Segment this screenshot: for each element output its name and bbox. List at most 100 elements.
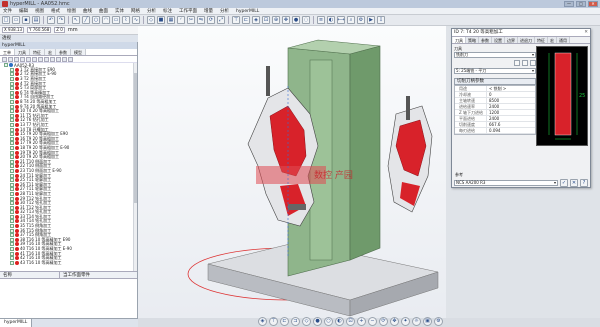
- job-checkbox[interactable]: [10, 260, 14, 265]
- job-checkbox[interactable]: [10, 104, 14, 109]
- copy-job-icon[interactable]: [8, 57, 13, 62]
- menu-draw[interactable]: 绘图: [67, 8, 76, 14]
- tab-general[interactable]: 通用: [557, 37, 570, 43]
- job-checkbox[interactable]: [10, 242, 14, 247]
- snapshot-icon[interactable]: ▣: [423, 317, 432, 326]
- hypermill-job-icon[interactable]: ⚙: [357, 16, 365, 24]
- menu-format[interactable]: 格式: [51, 8, 60, 14]
- line-icon[interactable]: ╱: [82, 16, 90, 24]
- job-checkbox[interactable]: [10, 219, 14, 224]
- param-value[interactable]: 0.094: [487, 128, 500, 133]
- job-checkbox[interactable]: [10, 173, 14, 178]
- view-iso-small-icon[interactable]: ◇: [302, 317, 311, 326]
- tab-tools[interactable]: 刀具: [15, 49, 30, 55]
- job-checkbox[interactable]: [10, 145, 14, 150]
- job-checkbox[interactable]: [10, 251, 14, 256]
- new-tool-icon[interactable]: [514, 60, 520, 66]
- arc-icon[interactable]: ◠: [102, 16, 110, 24]
- job-checkbox[interactable]: [10, 113, 14, 118]
- minimize-button[interactable]: —: [564, 1, 574, 7]
- wire-mode-icon[interactable]: ○: [324, 317, 333, 326]
- job-checkbox[interactable]: [10, 224, 14, 229]
- redo-icon[interactable]: ↷: [57, 16, 65, 24]
- tree-scrollbar[interactable]: [133, 63, 137, 271]
- circle-icon[interactable]: ○: [92, 16, 100, 24]
- zoom-in-icon[interactable]: +: [357, 317, 366, 326]
- trim-icon[interactable]: ✂: [187, 16, 195, 24]
- job-checkbox[interactable]: [10, 214, 14, 219]
- job-checkbox[interactable]: [10, 86, 14, 91]
- job-checkbox[interactable]: [10, 256, 14, 261]
- settings-icon[interactable]: ⚙: [434, 317, 443, 326]
- menu-increment[interactable]: 增量: [204, 8, 213, 14]
- spline-icon[interactable]: ∿: [132, 16, 140, 24]
- job-checkbox[interactable]: [10, 155, 14, 160]
- nc-generate-icon[interactable]: ⇩: [377, 16, 385, 24]
- calculate-icon[interactable]: [20, 57, 25, 62]
- refresh-icon[interactable]: [62, 57, 67, 62]
- pan-icon[interactable]: ✥: [282, 16, 290, 24]
- print-icon[interactable]: ▤: [32, 16, 40, 24]
- color-icon[interactable]: ◐: [327, 16, 335, 24]
- tab-features[interactable]: 特征: [30, 49, 45, 55]
- layer-icon[interactable]: ≡: [317, 16, 325, 24]
- tab-setup[interactable]: 设置: [492, 37, 505, 43]
- holder-section[interactable]: 切削刀柄参数: [454, 78, 536, 85]
- menu-file[interactable]: 文件: [3, 8, 12, 14]
- tab-models[interactable]: 模型: [71, 49, 86, 55]
- job-checkbox[interactable]: [10, 141, 14, 146]
- measure-icon[interactable]: ⟷: [337, 16, 345, 24]
- tool-type-select[interactable]: 铣削刀: [454, 52, 536, 58]
- tab-jobs[interactable]: 工单: [0, 49, 15, 55]
- fillet-icon[interactable]: ◜: [177, 16, 185, 24]
- rotate-icon[interactable]: ⟳: [207, 16, 215, 24]
- tab-hypermill-browser[interactable]: hyperMILL: [0, 319, 33, 327]
- filter-icon[interactable]: [38, 57, 43, 62]
- mirror-icon[interactable]: ⇋: [197, 16, 205, 24]
- job-checkbox[interactable]: [10, 132, 14, 137]
- tab-macros[interactable]: 宏: [45, 49, 56, 55]
- param-value[interactable]: 667.6: [487, 122, 500, 127]
- shade-icon[interactable]: ●: [292, 16, 300, 24]
- 3d-viewport[interactable]: 数控 产园: [138, 26, 446, 318]
- menu-edit[interactable]: 编辑: [19, 8, 28, 14]
- wireframe-icon[interactable]: ◌: [302, 16, 310, 24]
- tab-macro[interactable]: 宏: [548, 37, 557, 43]
- zoom-out-icon[interactable]: −: [368, 317, 377, 326]
- save-icon[interactable]: ▪: [22, 16, 30, 24]
- tab-strategy[interactable]: 策略: [466, 37, 479, 43]
- job-checkbox[interactable]: [10, 233, 14, 238]
- param-value[interactable]: < 铣削 >: [487, 86, 506, 91]
- job-checkbox[interactable]: [10, 159, 14, 164]
- polyline-icon[interactable]: ⌇: [122, 16, 130, 24]
- scale-icon[interactable]: ⤢: [217, 16, 225, 24]
- cancel-icon[interactable]: ✕: [570, 178, 578, 187]
- pan-view-icon[interactable]: ✥: [390, 317, 399, 326]
- surface-icon[interactable]: ◇: [147, 16, 155, 24]
- job-checkbox[interactable]: [10, 77, 14, 82]
- job-checkbox[interactable]: [10, 178, 14, 183]
- close-button[interactable]: ✕: [588, 1, 598, 7]
- tool-select[interactable]: 5: 25端铣 - 平刀: [454, 68, 536, 74]
- menu-surface[interactable]: 曲面: [99, 8, 108, 14]
- ok-icon[interactable]: ✓: [560, 178, 568, 187]
- job-checkbox[interactable]: [10, 205, 14, 210]
- job-checkbox[interactable]: [10, 237, 14, 242]
- section-view-icon[interactable]: ◐: [335, 317, 344, 326]
- param-value[interactable]: 1200: [487, 110, 499, 115]
- job-checkbox[interactable]: [10, 118, 14, 123]
- tab-approach[interactable]: 进退刀: [518, 37, 535, 43]
- job-checkbox[interactable]: [10, 123, 14, 128]
- new-job-icon[interactable]: [2, 57, 7, 62]
- job-checkbox[interactable]: [10, 127, 14, 132]
- view-top-icon[interactable]: ⊤: [232, 16, 240, 24]
- shaded-mode-icon[interactable]: ●: [313, 317, 322, 326]
- view-front-icon[interactable]: ⊏: [242, 16, 250, 24]
- zoom-fit-icon[interactable]: ⊡: [346, 317, 355, 326]
- view-right-icon[interactable]: ⊐: [291, 317, 300, 326]
- job-checkbox[interactable]: [10, 67, 14, 72]
- view-front-small-icon[interactable]: ⊏: [280, 317, 289, 326]
- view-iso-icon[interactable]: ◈: [252, 16, 260, 24]
- rectangle-icon[interactable]: ▭: [112, 16, 120, 24]
- menu-analysis[interactable]: 分析: [220, 8, 229, 14]
